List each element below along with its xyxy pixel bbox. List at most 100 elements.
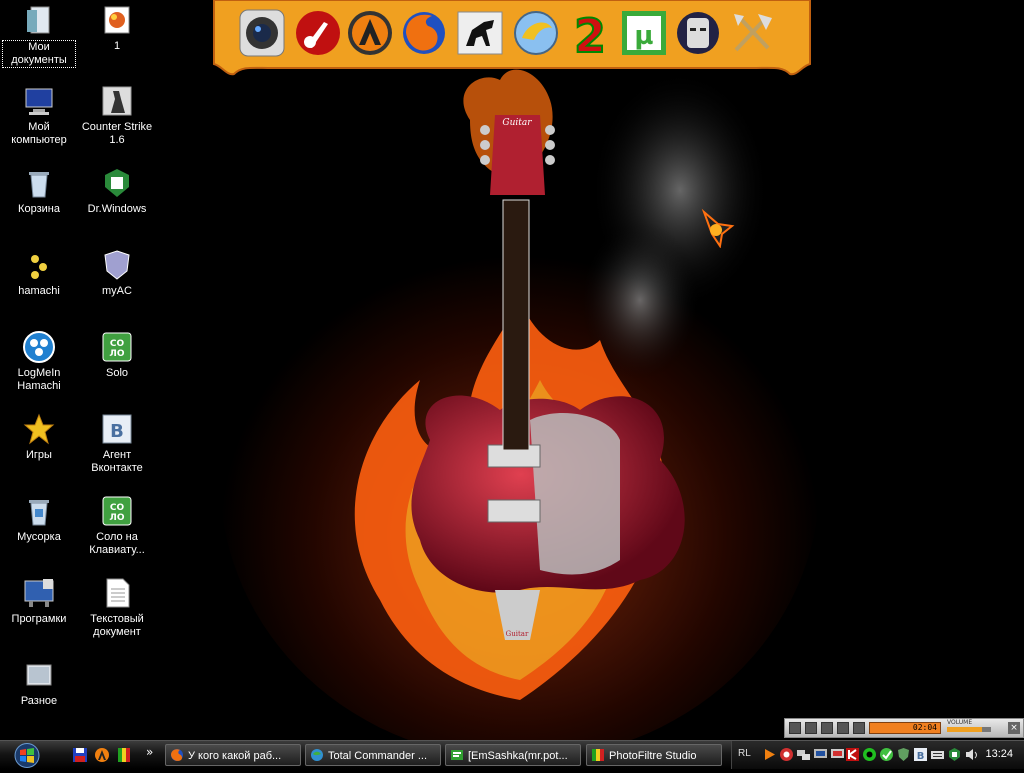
- desktop-icon-label: 1: [113, 40, 121, 52]
- desktop-icon-games[interactable]: Игры: [2, 413, 76, 462]
- desktop-icon-trash[interactable]: Мусорка: [2, 495, 76, 544]
- task-label: PhotoFiltre Studio: [609, 750, 697, 762]
- webcam-icon[interactable]: [238, 8, 286, 58]
- myac-shield-icon: [101, 249, 133, 281]
- vkontakte-icon: B: [101, 413, 133, 445]
- kaspersky-icon[interactable]: [845, 747, 860, 762]
- desktop-icon-label: myAC: [102, 285, 132, 297]
- aimp-small-icon[interactable]: [94, 747, 110, 763]
- star-icon: [23, 413, 55, 445]
- media-player-mini: 02:04 VOLUME ×: [784, 718, 1024, 738]
- desktop-icon-dr-windows[interactable]: Dr.Windows: [80, 167, 154, 216]
- desktop-icon-label: Игры: [26, 449, 52, 461]
- firefox-icon: [170, 748, 184, 762]
- desktop-icon-text-document[interactable]: Текстовый документ: [80, 577, 154, 639]
- play-button[interactable]: [789, 722, 801, 734]
- taskbar: » У кого какой раб... Total Commander ..…: [0, 740, 1024, 769]
- task-button-total-commander[interactable]: Total Commander ...: [305, 744, 441, 766]
- svg-text:B: B: [110, 421, 124, 442]
- desktop-icon-label: Dr.Windows: [87, 203, 147, 215]
- task-button-chat[interactable]: [EmSashka(mr.pot...: [445, 744, 581, 766]
- desktop-icon-label: Мои документы: [2, 40, 76, 68]
- my-documents-icon: [23, 4, 55, 36]
- aimp-icon[interactable]: [346, 8, 394, 58]
- utorrent-icon[interactable]: µ: [620, 8, 668, 58]
- volume-slider[interactable]: [947, 727, 991, 732]
- chat-icon: [450, 748, 464, 762]
- desktop-icon-logmein-hamachi[interactable]: LogMeIn Hamachi: [2, 331, 76, 393]
- guitar-red-icon[interactable]: [294, 8, 342, 58]
- desktop-icon-label: Мусорка: [17, 531, 61, 543]
- language-indicator[interactable]: RL: [738, 748, 751, 759]
- desktop-icon-my-computer[interactable]: Мой компьютер: [2, 85, 76, 147]
- desktop-icon-label: hamachi: [18, 285, 60, 297]
- desktop-icon-1[interactable]: 1: [80, 4, 154, 53]
- svg-text:B: B: [917, 751, 925, 762]
- desktop-icon-solo-keyboard[interactable]: СО ЛО Соло на Клавиату...: [80, 495, 154, 557]
- logmein-hamachi-icon: [23, 331, 55, 363]
- start-button[interactable]: [6, 742, 48, 769]
- globe-icon: [310, 748, 324, 762]
- desktop-icon-hamachi[interactable]: hamachi: [2, 249, 76, 298]
- desktop-icon-label: Агент Вконтакте: [91, 449, 143, 474]
- checkmark-icon[interactable]: [879, 747, 894, 762]
- task-button-firefox[interactable]: У кого какой раб...: [165, 744, 301, 766]
- svg-text:СО: СО: [110, 503, 125, 513]
- launcher-dock: 2 µ: [212, 0, 812, 80]
- previous-button[interactable]: [837, 722, 849, 734]
- speaker-icon[interactable]: [964, 747, 979, 762]
- desktop-icon-label: Solo: [105, 367, 129, 379]
- vkontakte-tray-icon[interactable]: B: [913, 747, 928, 762]
- desktop-icon-label: Counter Strike 1.6: [81, 121, 153, 146]
- desktop-widget-icon[interactable]: [698, 208, 738, 248]
- photofiltre-small-icon[interactable]: [116, 747, 132, 763]
- stop-button[interactable]: [821, 722, 833, 734]
- task-label: У кого какой раб...: [188, 750, 282, 762]
- display-icon[interactable]: [813, 747, 828, 762]
- desktop-icon-recycle-bin[interactable]: Корзина: [2, 167, 76, 216]
- quick-launch-overflow-button[interactable]: »: [146, 745, 153, 759]
- aimp-tray-icon[interactable]: [762, 747, 777, 762]
- svg-text:Guitar: Guitar: [506, 630, 529, 638]
- folder-icon: [23, 659, 55, 691]
- horse-icon[interactable]: [456, 8, 504, 58]
- desktop-icon-label: Разное: [20, 695, 58, 707]
- firefox-icon[interactable]: [400, 8, 448, 58]
- desktop-icon-label: LogMeIn Hamachi: [17, 367, 61, 392]
- svg-text:СО: СО: [110, 339, 125, 349]
- next-button[interactable]: [853, 722, 865, 734]
- desktop-icon-misc[interactable]: Разное: [2, 659, 76, 708]
- mask-icon[interactable]: [674, 8, 722, 58]
- number-two-icon[interactable]: 2: [566, 8, 614, 64]
- dr-windows-icon: [101, 167, 133, 199]
- task-button-photofiltre[interactable]: PhotoFiltre Studio: [586, 744, 722, 766]
- close-icon[interactable]: ×: [1008, 722, 1020, 734]
- clock[interactable]: 13:24: [985, 748, 1013, 760]
- utorrent-tray-icon[interactable]: [779, 747, 794, 762]
- keyboard-icon[interactable]: [930, 747, 945, 762]
- svg-text:ЛО: ЛО: [109, 349, 124, 359]
- text-document-icon: [101, 577, 133, 609]
- desktop-icon-solo[interactable]: СО ЛО Solo: [80, 331, 154, 380]
- shield-icon[interactable]: [896, 747, 911, 762]
- desktop-icon-programs[interactable]: Програмки: [2, 577, 76, 626]
- floppy-icon[interactable]: [72, 747, 88, 763]
- windows-logo-icon: [14, 743, 40, 768]
- qip-icon[interactable]: [512, 8, 560, 58]
- desktop-icon-my-documents[interactable]: Мои документы: [2, 4, 76, 68]
- monitor-icon[interactable]: [830, 747, 845, 762]
- volume-fill: [947, 727, 983, 732]
- desktop-icon-counter-strike[interactable]: Counter Strike 1.6: [80, 85, 154, 147]
- green-circle-icon[interactable]: [862, 747, 877, 762]
- tools-axe-icon[interactable]: [728, 8, 776, 58]
- network-icon[interactable]: [796, 747, 811, 762]
- drwindows-tray-icon[interactable]: [947, 747, 962, 762]
- desktop-icon-myac[interactable]: myAC: [80, 249, 154, 298]
- task-label: Total Commander ...: [328, 750, 428, 762]
- desktop-icon-vkontakte-agent[interactable]: B Агент Вконтакте: [80, 413, 154, 475]
- photofiltre-icon: [591, 748, 605, 762]
- task-label: [EmSashka(mr.pot...: [468, 750, 568, 762]
- pause-button[interactable]: [805, 722, 817, 734]
- counter-strike-icon: [101, 85, 133, 117]
- desktop-icon-label: Мой компьютер: [11, 121, 67, 146]
